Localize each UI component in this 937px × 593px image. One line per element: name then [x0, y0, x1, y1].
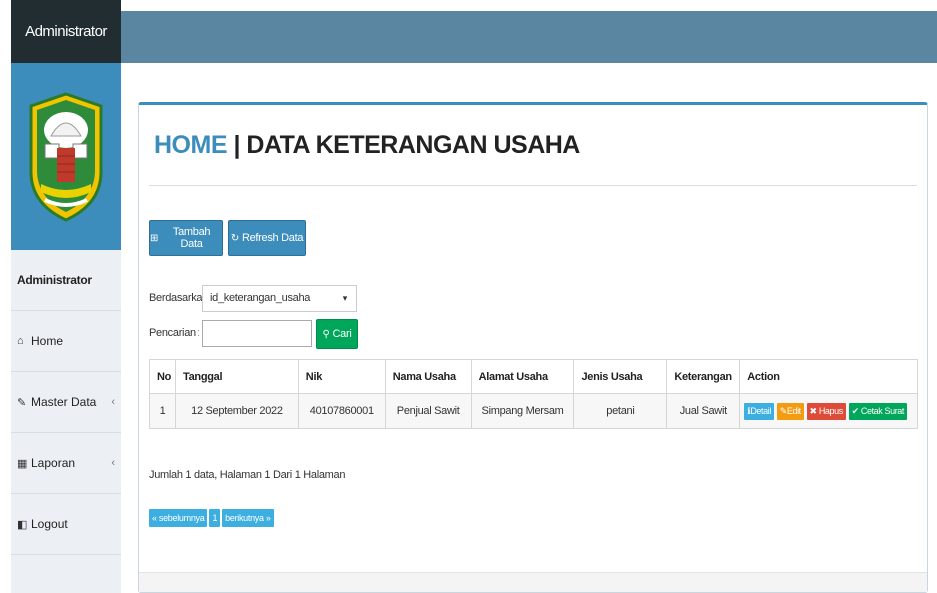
caret-down-icon: ▾	[342, 293, 348, 303]
search-icon: ⚲	[322, 328, 330, 340]
edit-icon: ✎	[17, 396, 27, 409]
chevron-left-icon: ‹	[111, 396, 115, 408]
print-letter-label: Cetak Surat	[860, 405, 905, 416]
page-title-home: HOME	[154, 131, 228, 159]
logout-icon: ◧	[17, 518, 28, 531]
pagination-page[interactable]: 1	[209, 509, 221, 527]
delete-button[interactable]: ✖ Hapus	[806, 402, 846, 420]
calendar-icon: ▦	[17, 457, 28, 470]
filter-field-select[interactable]: id_keterangan_usaha ▾	[202, 285, 357, 312]
top-navbar	[121, 11, 937, 63]
table-header-row: No Tanggal Nik Nama Usaha Alamat Usaha J…	[149, 359, 918, 394]
content-box: HOME | DATA KETERANGAN USAHA ⊞ Tambah Da…	[138, 102, 928, 593]
refresh-icon: ↻	[230, 232, 239, 244]
column-header: Tanggal	[174, 359, 299, 394]
edit-button[interactable]: ✎Edit	[776, 402, 804, 420]
table-row: 1 12 September 2022 40107860001 Penjual …	[149, 393, 918, 429]
page-title-separator: |	[227, 131, 247, 159]
add-data-button[interactable]: ⊞ Tambah Data	[149, 220, 223, 256]
column-header: Keterangan	[666, 359, 741, 394]
pagination-prev[interactable]: « sebelumnya	[149, 509, 208, 527]
sidebar-user: Administrator	[11, 250, 121, 311]
plus-square-icon: ⊞	[150, 232, 159, 244]
edit-icon: ✎	[779, 405, 788, 416]
divider	[149, 185, 917, 186]
data-table: No Tanggal Nik Nama Usaha Alamat Usaha J…	[149, 359, 918, 429]
search-label: Pencarian	[149, 327, 196, 339]
cell-tanggal: 12 September 2022	[174, 393, 299, 429]
page-title-text: DATA KETERANGAN USAHA	[246, 131, 580, 159]
column-header: No	[149, 359, 176, 394]
sidebar-item-logout[interactable]: ◧ Logout	[11, 494, 121, 555]
column-header: Jenis Usaha	[573, 359, 668, 394]
logo-area	[11, 63, 121, 250]
edit-label: Edit	[786, 405, 801, 416]
refresh-data-button[interactable]: ↻ Refresh Data	[228, 220, 306, 256]
sidebar-item-label: Logout	[31, 517, 68, 531]
box-footer	[139, 572, 927, 592]
cell-no: 1	[149, 393, 176, 429]
refresh-data-label: Refresh Data	[241, 232, 304, 244]
delete-label: Hapus	[818, 405, 843, 416]
check-icon: ✔	[851, 405, 860, 416]
sidebar-user-label: Administrator	[17, 273, 92, 287]
add-data-label: Tambah Data	[172, 226, 211, 250]
column-header: Alamat Usaha	[470, 359, 575, 394]
sidebar-brand[interactable]: Administrator	[11, 0, 121, 63]
filter-field-value: id_keterangan_usaha	[210, 292, 311, 304]
page-title: HOME | DATA KETERANGAN USAHA	[154, 131, 580, 160]
regency-logo	[29, 91, 103, 222]
sidebar-item-label: Laporan	[31, 456, 76, 470]
pagination: « sebelumnya 1 berikutnya »	[149, 509, 274, 527]
search-label-separator: :	[197, 327, 200, 339]
home-icon: ⌂	[17, 335, 24, 347]
detail-label: Detail	[750, 405, 771, 416]
column-header: Nik	[297, 359, 386, 394]
column-header: Nama Usaha	[384, 359, 472, 394]
cell-action: ℹDetail ✎Edit ✖ Hapus ✔ Cetak Surat	[739, 393, 918, 429]
search-button-label: Cari	[332, 328, 352, 340]
print-letter-button[interactable]: ✔ Cetak Surat	[848, 402, 907, 420]
cell-nama-usaha: Penjual Sawit	[384, 393, 472, 429]
pagination-summary: Jumlah 1 data, Halaman 1 Dari 1 Halaman	[149, 469, 346, 481]
pagination-next[interactable]: berikutnya »	[222, 509, 274, 527]
sidebar-item-label: Home	[31, 334, 64, 348]
sidebar: Administrator Administrator ⌂ Home ✎ Mas…	[11, 0, 121, 593]
column-header: Action	[739, 359, 918, 394]
cell-keterangan: Jual Sawit	[666, 393, 741, 429]
sidebar-item-master-data[interactable]: ✎ Master Data ‹	[11, 372, 121, 433]
close-icon: ✖	[809, 405, 818, 416]
search-button[interactable]: ⚲ Cari	[316, 319, 358, 349]
cell-jenis-usaha: petani	[573, 393, 668, 429]
sidebar-item-home[interactable]: ⌂ Home	[11, 311, 121, 372]
search-input[interactable]	[202, 320, 312, 347]
chevron-left-icon: ‹	[111, 457, 115, 469]
sidebar-item-label: Master Data	[31, 395, 97, 409]
detail-button[interactable]: ℹDetail	[744, 402, 774, 420]
cell-nik: 40107860001	[297, 393, 386, 429]
cell-alamat-usaha: Simpang Mersam	[470, 393, 575, 429]
sidebar-item-laporan[interactable]: ▦ Laporan ‹	[11, 433, 121, 494]
